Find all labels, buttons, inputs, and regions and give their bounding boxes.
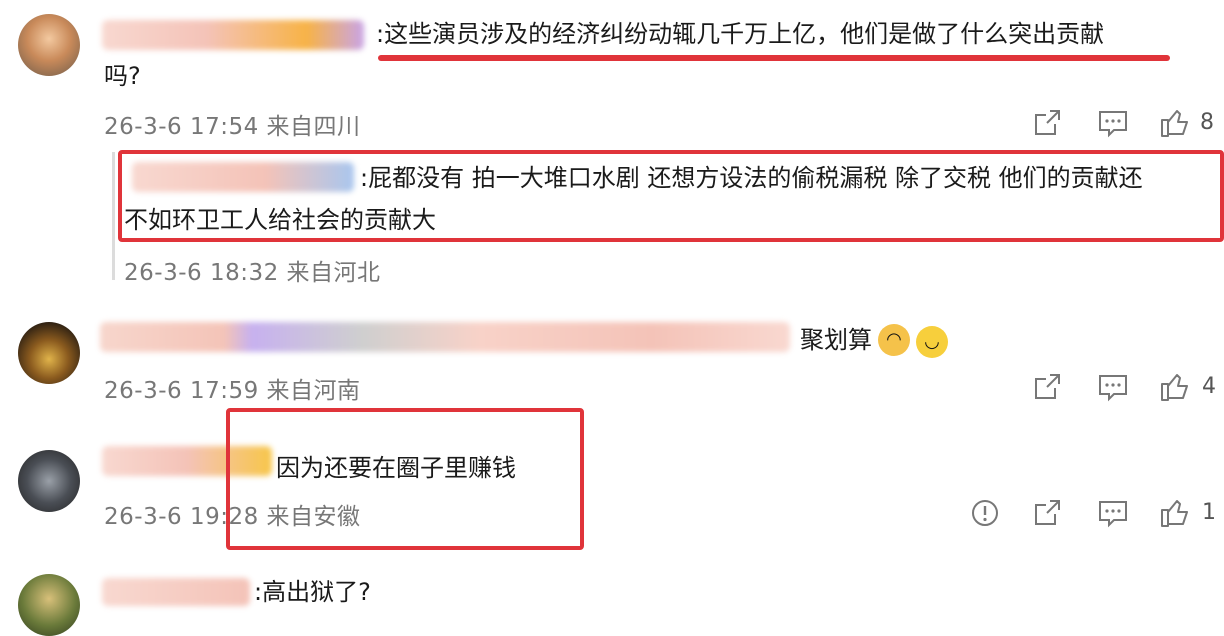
username-blurred[interactable] (102, 578, 250, 606)
reply-text-cont: 不如环卫工人给社会的贡献大 (124, 206, 436, 234)
comment-icon[interactable] (1096, 496, 1130, 530)
reply-username-blurred[interactable] (132, 162, 354, 192)
avatar[interactable] (18, 14, 80, 76)
reply-text: :屁都没有 拍一大堆口水剧 还想方设法的偷税漏税 除了交税 他们的贡献还 (360, 164, 1143, 192)
comment-icon[interactable] (1096, 106, 1130, 140)
comment-meta: 26-3-6 17:59 来自河南 (104, 378, 361, 404)
share-icon[interactable] (1030, 370, 1064, 404)
comment-text-cont: 吗? (104, 62, 141, 90)
like-icon[interactable] (1158, 496, 1192, 530)
like-icon[interactable] (1158, 370, 1192, 404)
comment-text: 聚划算 (800, 326, 872, 354)
avatar[interactable] (18, 322, 80, 384)
comment-meta: 26-3-6 17:54 来自四川 (104, 114, 361, 140)
username-blurred[interactable] (102, 20, 364, 50)
share-icon[interactable] (1030, 106, 1064, 140)
comment-text: :高出狱了? (254, 578, 371, 606)
like-count: 1 (1202, 500, 1216, 525)
reply-indent-bar (112, 152, 115, 280)
share-icon[interactable] (1030, 496, 1064, 530)
like-count: 8 (1200, 110, 1214, 135)
like-icon[interactable] (1158, 106, 1192, 140)
comment-text: :这些演员涉及的经济纠纷动辄几千万上亿，他们是做了什么突出贡献 (376, 20, 1105, 48)
reply-meta: 26-3-6 18:32 来自河北 (124, 260, 381, 286)
comment-icon[interactable] (1096, 370, 1130, 404)
like-count: 4 (1202, 374, 1216, 399)
avatar[interactable] (18, 450, 80, 512)
cat-emoji-icon: ◠ (878, 324, 910, 356)
comment-text: 因为还要在圈子里赚钱 (276, 454, 516, 482)
comment-meta: 26-3-6 19:28 来自安徽 (104, 504, 361, 530)
avatar[interactable] (18, 574, 80, 636)
report-icon[interactable] (968, 496, 1002, 530)
username-blurred[interactable] (100, 322, 790, 352)
crying-emoji-icon: ◡ (916, 326, 948, 358)
highlight-underline (378, 55, 1170, 61)
